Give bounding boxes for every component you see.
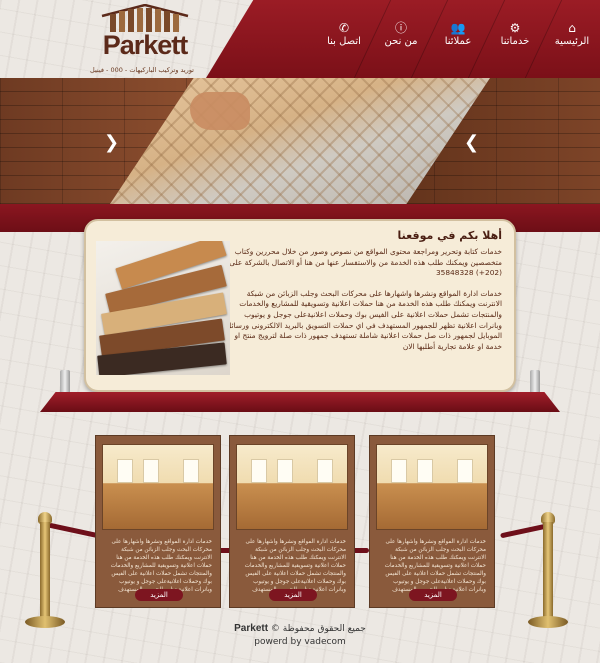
- nav-item-clients[interactable]: 👥 عملائنا: [430, 0, 486, 78]
- welcome-paragraph: خدمات كتابة وتحرير ومراجعة محتوى المواقع…: [229, 247, 502, 278]
- logo[interactable]: Parkett توريد وتركيب الباركيهات - 000 - …: [90, 4, 194, 76]
- welcome-text: خدمات كتابة وتحرير ومراجعة محتوى المواقع…: [224, 247, 502, 352]
- welcome-panel: أهلا بكم في موقعنا خدمات كتابة وتحرير وم…: [84, 219, 516, 392]
- logo-tagline: توريد وتركيب الباركيهات - 000 - فينيل: [90, 66, 194, 74]
- nav-item-home[interactable]: ⌂ الرئيسية: [544, 0, 600, 78]
- nav-item-contact[interactable]: ✆ اتصل بنا: [316, 0, 372, 78]
- phone-icon: ✆: [338, 21, 350, 35]
- nav-item-label: من نحن: [384, 36, 418, 47]
- more-button[interactable]: المزيد: [269, 589, 317, 601]
- copyright-symbol: ©: [270, 624, 280, 634]
- main-nav: ⌂ الرئيسية ⚙ خدماتنا 👥 عملائنا ⓘ من نحن …: [206, 0, 600, 78]
- footer-powered[interactable]: powerd by vadecom: [0, 637, 600, 647]
- nav-item-services[interactable]: ⚙ خدماتنا: [487, 0, 543, 78]
- footer-rights: جميع الحقوق محفوظة: [282, 624, 366, 634]
- nav-item-label: الرئيسية: [554, 36, 590, 47]
- card-image: [236, 444, 348, 530]
- slider-next-arrow-icon[interactable]: ❯: [464, 134, 479, 152]
- hero-slider: ❮ ❯: [0, 78, 600, 204]
- stanchion-post: [40, 522, 50, 620]
- shelf: [40, 392, 560, 412]
- slide-image: [110, 78, 490, 204]
- service-card: خدمات ادارة المواقع ونشرها واشهارها على …: [95, 435, 221, 608]
- users-icon: 👥: [450, 21, 466, 35]
- logo-text: Parkett: [102, 30, 189, 60]
- fence-roof-icon: [101, 4, 189, 32]
- slider-prev-arrow-icon[interactable]: ❮: [104, 134, 119, 152]
- card-image: [102, 444, 214, 530]
- card-text: خدمات ادارة المواقع ونشرها واشهارها على …: [110, 539, 212, 593]
- more-button[interactable]: المزيد: [409, 589, 457, 601]
- nav-item-about[interactable]: ⓘ من نحن: [373, 0, 429, 78]
- card-text: خدمات ادارة المواقع ونشرها واشهارها على …: [384, 539, 486, 593]
- shelf-bracket: [530, 370, 540, 394]
- shelf-bracket: [60, 370, 70, 394]
- footer-brand: Parkett: [234, 623, 269, 634]
- gears-icon: ⚙: [509, 21, 521, 35]
- slide-image-hand: [190, 92, 250, 130]
- flooring-samples-image: [96, 241, 230, 375]
- welcome-title: أهلا بكم في موقعنا: [397, 229, 502, 242]
- footer-copyright: جميع الحقوق محفوظة © Parkett: [0, 623, 600, 634]
- card-text: خدمات ادارة المواقع ونشرها واشهارها على …: [244, 539, 346, 593]
- nav-item-label: خدماتنا: [500, 36, 530, 47]
- header: Parkett توريد وتركيب الباركيهات - 000 - …: [0, 0, 600, 78]
- info-icon: ⓘ: [394, 21, 407, 35]
- home-icon: ⌂: [568, 21, 576, 35]
- more-button[interactable]: المزيد: [135, 589, 183, 601]
- rope: [48, 522, 100, 539]
- stanchion-post: [543, 522, 553, 620]
- nav-item-label: عملائنا: [444, 36, 472, 47]
- nav-item-label: اتصل بنا: [327, 36, 361, 47]
- service-card: خدمات ادارة المواقع ونشرها واشهارها على …: [369, 435, 495, 608]
- service-card: خدمات ادارة المواقع ونشرها واشهارها على …: [229, 435, 355, 608]
- card-image: [376, 444, 488, 530]
- welcome-paragraph: خدمات ادارة المواقع ونشرها واشهارها على …: [225, 288, 502, 351]
